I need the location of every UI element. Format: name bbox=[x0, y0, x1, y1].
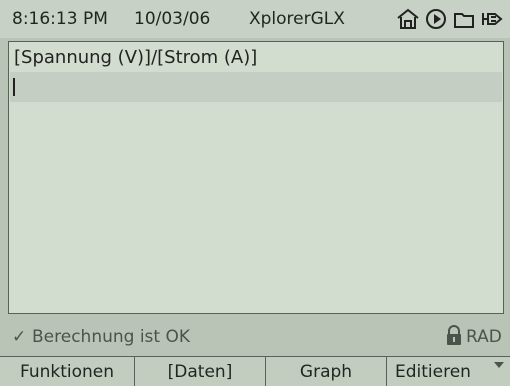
softkey-bar: Funktionen [Daten] Graph Editieren bbox=[0, 356, 510, 386]
softkey-daten[interactable]: [Daten] bbox=[135, 357, 266, 386]
power-plug-icon[interactable] bbox=[480, 7, 504, 31]
time-display: 8:16:13 PM bbox=[12, 9, 108, 29]
status-message: Berechnung ist OK bbox=[32, 327, 191, 347]
softkey-funktionen[interactable]: Funktionen bbox=[0, 357, 135, 386]
softkey-editieren[interactable]: Editieren bbox=[387, 357, 510, 386]
softkey-graph[interactable]: Graph bbox=[266, 357, 387, 386]
formula-text[interactable]: [Spannung (V)]/[Strom (A)] bbox=[14, 47, 257, 68]
lock-icon bbox=[445, 325, 463, 347]
calculator-editor[interactable]: [Spannung (V)]/[Strom (A)] bbox=[8, 41, 504, 314]
play-icon[interactable] bbox=[424, 7, 448, 31]
chevron-down-icon bbox=[494, 362, 504, 368]
status-bar: 8:16:13 PM 10/03/06 XplorerGLX bbox=[0, 0, 510, 38]
home-icon[interactable] bbox=[396, 7, 420, 31]
softkey-editieren-label: Editieren bbox=[395, 361, 471, 382]
calculation-status: ✓ Berechnung ist OK RAD bbox=[0, 318, 510, 354]
folder-icon[interactable] bbox=[452, 7, 476, 31]
text-cursor bbox=[13, 78, 15, 96]
status-icons bbox=[396, 4, 504, 34]
app-title: XplorerGLX bbox=[249, 9, 345, 29]
angle-mode: RAD bbox=[466, 327, 502, 347]
input-line[interactable] bbox=[10, 72, 502, 102]
check-icon: ✓ bbox=[12, 327, 27, 347]
date-display: 10/03/06 bbox=[134, 9, 211, 29]
